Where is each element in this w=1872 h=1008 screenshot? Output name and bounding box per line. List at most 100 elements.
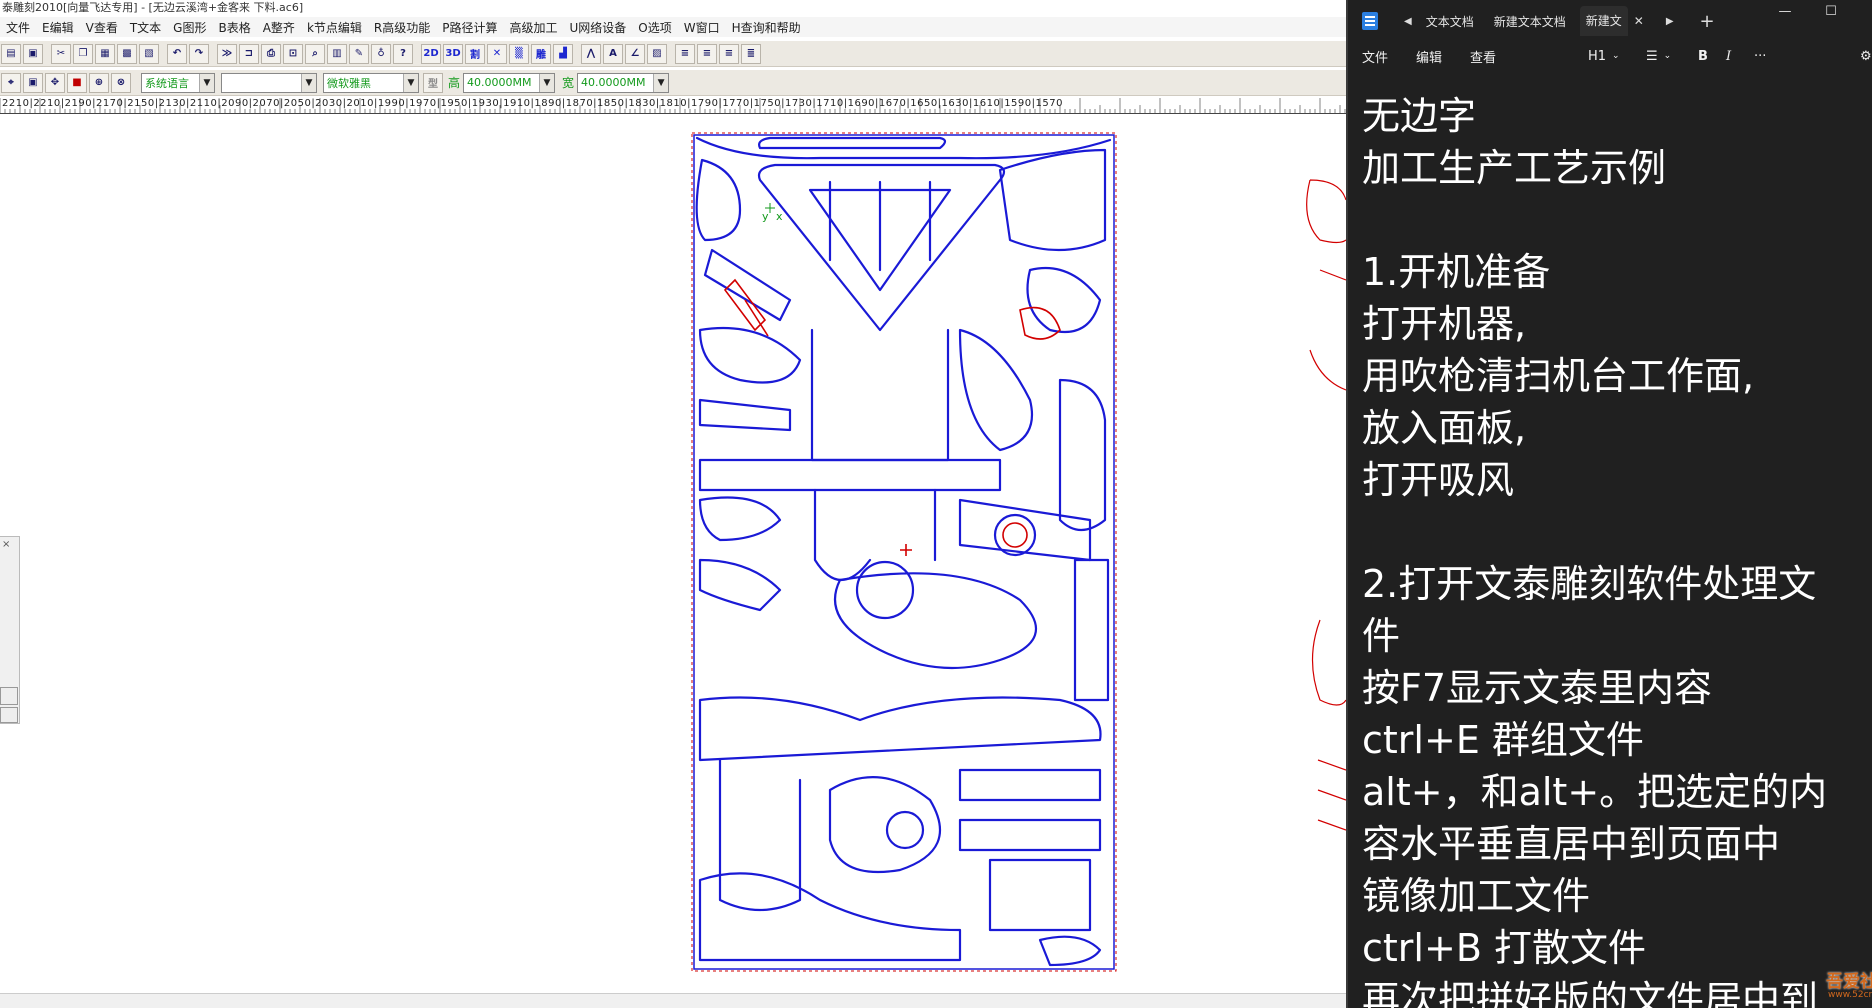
zoom-area-icon[interactable]: ⌖: [1, 72, 21, 93]
more-button[interactable]: ···: [1754, 44, 1766, 68]
close-icon[interactable]: ×: [2, 539, 10, 550]
select-frame-icon[interactable]: ▣: [23, 72, 43, 93]
machining-icon[interactable]: ▟: [553, 43, 573, 64]
open-icon[interactable]: ▤: [1, 43, 21, 64]
menu-graphics[interactable]: G图形: [167, 19, 212, 36]
path-icon[interactable]: ✕: [487, 43, 507, 64]
copy-icon[interactable]: ❐: [73, 43, 93, 64]
notepad-app-icon: [1362, 12, 1378, 30]
clone-icon[interactable]: ▧: [139, 43, 159, 64]
language-combo[interactable]: 系统语言 ▼: [141, 72, 215, 93]
help-icon[interactable]: ?: [393, 43, 413, 64]
chevron-down-icon: ▼: [653, 73, 669, 92]
align-justify-icon[interactable]: ≣: [741, 43, 761, 64]
drawing-canvas[interactable]: y x: [0, 115, 1346, 993]
color-fill-icon[interactable]: ■: [67, 72, 87, 93]
menu-window[interactable]: W窗口: [678, 19, 726, 36]
italic-icon[interactable]: ∠: [625, 43, 645, 64]
bulb-icon[interactable]: ♁: [371, 43, 391, 64]
tab-2[interactable]: 新建文本文档: [1488, 13, 1572, 30]
menu-text[interactable]: T文本: [124, 19, 167, 36]
zoom-fit-icon[interactable]: ⊗: [111, 72, 131, 93]
list-button[interactable]: ☰ ⌄: [1646, 44, 1671, 68]
type-icon[interactable]: 型: [423, 72, 443, 93]
new-tab-icon[interactable]: +: [1700, 11, 1715, 32]
panel-button-1[interactable]: [0, 687, 18, 705]
engrave-button[interactable]: 雕: [531, 43, 551, 64]
export-icon[interactable]: ⊐: [239, 43, 259, 64]
redo-icon[interactable]: ↷: [189, 43, 209, 64]
menu-options[interactable]: O选项: [632, 19, 677, 36]
minimize-icon[interactable]: —: [1762, 0, 1808, 22]
menu-help[interactable]: H查询和帮助: [726, 19, 807, 36]
page-setup-icon[interactable]: ▥: [327, 43, 347, 64]
text-line: 放入面板,: [1362, 406, 1527, 450]
font-combo-secondary[interactable]: ▼: [221, 72, 317, 93]
horizontal-scrollbar[interactable]: [0, 993, 1346, 1008]
text-line: 无边字: [1362, 94, 1477, 138]
node-icon[interactable]: ⋀: [581, 43, 601, 64]
paste-special-icon[interactable]: ▩: [117, 43, 137, 64]
zoom-in-icon[interactable]: ⊕: [89, 72, 109, 93]
heading-dropdown[interactable]: H1 ⌄: [1588, 44, 1620, 68]
pen-icon[interactable]: ✎: [349, 43, 369, 64]
settings-button[interactable]: ⚙: [1860, 44, 1872, 68]
save-icon[interactable]: ▣: [23, 43, 43, 64]
align-center-icon[interactable]: ≡: [697, 43, 717, 64]
document-text-area[interactable]: 无边字 加工生产工艺示例 1.开机准备 打开机器, 用吹枪清扫机台工作面, 放入…: [1362, 90, 1862, 1008]
text-line: alt+，和alt+。把选定的内: [1362, 770, 1828, 814]
print-icon[interactable]: ⎙: [261, 43, 281, 64]
menu-align[interactable]: A整齐: [257, 19, 301, 36]
text-line: 容水平垂直居中到页面中: [1362, 822, 1781, 866]
menu-edit[interactable]: E编辑: [36, 19, 80, 36]
font-name-combo[interactable]: 微软雅黑 ▼: [323, 72, 419, 93]
glyph-contours: [695, 136, 1112, 967]
menu-node-edit[interactable]: k节点编辑: [301, 19, 368, 36]
align-right-icon[interactable]: ≡: [719, 43, 739, 64]
import-icon[interactable]: ≫: [217, 43, 237, 64]
tab-3-active[interactable]: 新建文: [1579, 6, 1628, 36]
menu-table[interactable]: B表格: [212, 19, 256, 36]
tab-1[interactable]: 文本文档: [1420, 13, 1480, 30]
chevron-down-icon: ▼: [539, 73, 555, 92]
menu-file[interactable]: 文件: [0, 19, 36, 36]
tab-scroll-right-icon[interactable]: ▶: [1666, 16, 1674, 27]
tab-close-icon[interactable]: ✕: [1634, 14, 1644, 28]
chevron-down-icon: ▼: [199, 73, 214, 92]
height-input[interactable]: 40.0000MM ▼: [463, 72, 556, 93]
cut-icon[interactable]: ✂: [51, 43, 71, 64]
maximize-icon[interactable]: ☐: [1808, 0, 1854, 22]
menu-file[interactable]: 文件: [1362, 47, 1388, 66]
move-icon[interactable]: ✥: [45, 72, 65, 93]
text-a-icon[interactable]: A: [603, 43, 623, 64]
floating-panel[interactable]: ×: [0, 536, 20, 724]
edit-box-icon[interactable]: ▨: [647, 43, 667, 64]
tab-scroll-left-icon[interactable]: ◀: [1404, 16, 1412, 27]
text-line: 打开吸风: [1362, 458, 1515, 502]
paste-icon[interactable]: ▦: [95, 43, 115, 64]
italic-button[interactable]: I: [1726, 44, 1731, 68]
menu-view[interactable]: V查看: [80, 19, 124, 36]
drawing-svg[interactable]: y x: [0, 115, 1346, 993]
menu-view[interactable]: 查看: [1470, 47, 1496, 66]
mode-3d-button[interactable]: 3D: [443, 43, 463, 64]
menu-network-device[interactable]: U网络设备: [564, 19, 633, 36]
desktop: 泰雕刻2010[向量飞达专用] - [无边云溪湾+金客来 下料.ac6] 文件 …: [0, 0, 1872, 1008]
mode-2d-button[interactable]: 2D: [421, 43, 441, 64]
horizontal-ruler[interactable]: 2210|2210|2190|2170|2150|2130|2110|2090|…: [0, 98, 1346, 114]
hatch-icon[interactable]: ▒: [509, 43, 529, 64]
align-left-icon[interactable]: ≡: [675, 43, 695, 64]
more-icon: ···: [1754, 48, 1767, 64]
menu-advanced[interactable]: R高级功能: [368, 19, 436, 36]
preview-icon[interactable]: ⌕: [305, 43, 325, 64]
menu-path-calc[interactable]: P路径计算: [436, 19, 503, 36]
panel-button-2[interactable]: [0, 707, 18, 723]
menu-edit[interactable]: 编辑: [1416, 47, 1442, 66]
menu-advanced-machining[interactable]: 高级加工: [503, 19, 563, 36]
print-setup-icon[interactable]: ⊡: [283, 43, 303, 64]
cut-mode-button[interactable]: 割: [465, 43, 485, 64]
chevron-down-icon: ⌄: [1612, 51, 1620, 61]
width-input[interactable]: 40.0000MM ▼: [577, 72, 670, 93]
bold-button[interactable]: B: [1698, 44, 1708, 68]
undo-icon[interactable]: ↶: [167, 43, 187, 64]
